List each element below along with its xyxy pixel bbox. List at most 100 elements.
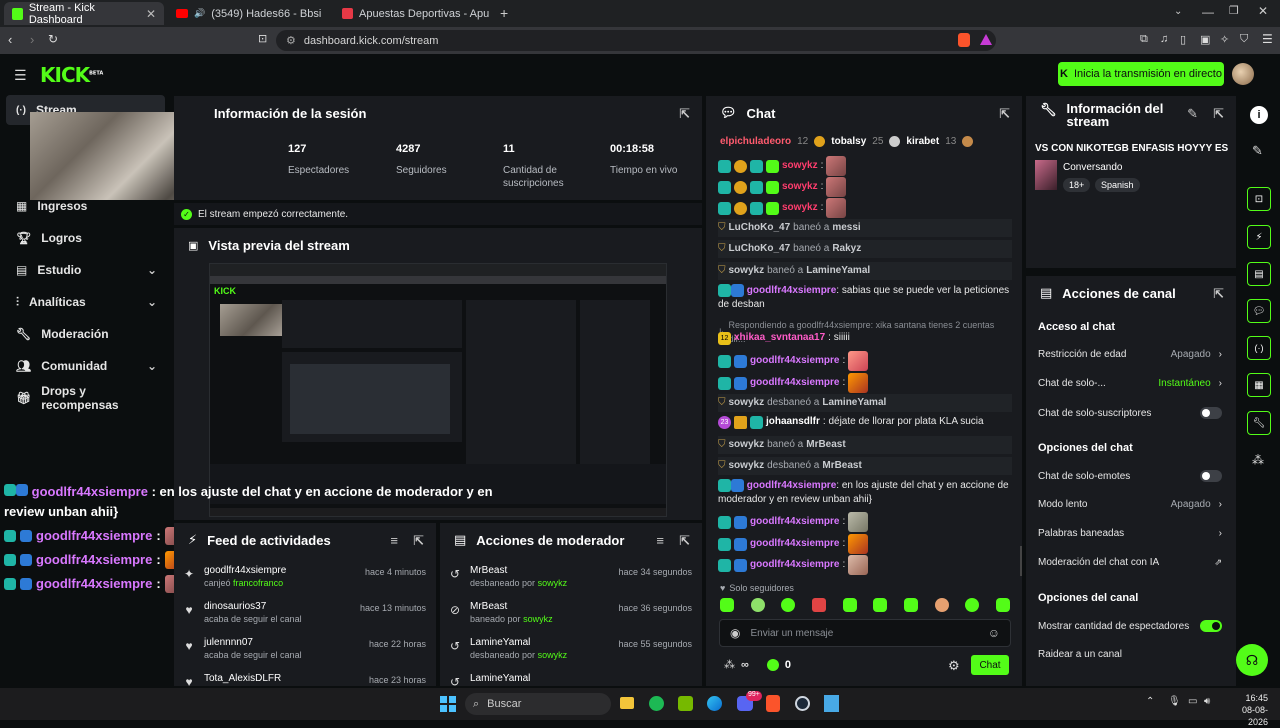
close-window-icon[interactable]: ✕ — [1258, 4, 1268, 18]
back-icon[interactable]: ‹ — [8, 32, 12, 47]
emote-icon[interactable] — [720, 598, 734, 612]
windows-start-icon[interactable] — [440, 696, 456, 712]
user-avatar[interactable] — [1232, 63, 1254, 85]
community-icon[interactable]: ⁂ — [1252, 453, 1264, 467]
taskbar-search[interactable]: ⌕ Buscar — [465, 693, 611, 715]
brave-rewards-icon[interactable] — [980, 34, 992, 45]
expand-icon[interactable]: ⇱ — [999, 106, 1010, 122]
tray-chevron-icon[interactable]: ⌃ — [1146, 696, 1154, 707]
rail-button-bolt[interactable]: ⚡︎ — [1247, 225, 1271, 249]
filter-icon[interactable]: ≡ — [390, 533, 398, 548]
rail-button-broadcast[interactable]: (·) — [1247, 336, 1271, 360]
clock[interactable]: 16:45 08-08-2026 — [1222, 692, 1268, 728]
subs-only-row[interactable]: Chat de solo-suscriptores — [1038, 407, 1222, 419]
chat-scrollbar[interactable] — [1020, 546, 1022, 576]
emotes-only-row[interactable]: Chat de solo-emotes — [1038, 470, 1222, 482]
rail-button-wrench[interactable]: 🔧︎ — [1247, 411, 1271, 435]
tab-kick-dashboard[interactable]: Stream - Kick Dashboard ✕ — [4, 2, 164, 26]
minimize-icon[interactable]: — — [1202, 5, 1214, 19]
maximize-icon[interactable]: ❐ — [1229, 4, 1239, 17]
leo-ai-icon[interactable]: ✧ — [1220, 33, 1229, 46]
app-icon[interactable] — [824, 695, 839, 712]
expand-icon[interactable]: ⇱ — [1213, 106, 1224, 122]
ai-moderation-row[interactable]: Moderación del chat con IA ⇗ — [1038, 557, 1222, 568]
kick-logo[interactable]: KICKBETA — [40, 63, 103, 87]
nvidia-icon[interactable] — [678, 696, 693, 711]
channel-actions-panel: ▤ Acciones de canal ⇱ Acceso al chat Res… — [1026, 276, 1236, 686]
network-icon[interactable]: ▭ — [1188, 696, 1197, 707]
emote-icon[interactable] — [873, 598, 888, 612]
emoji-icon[interactable]: ☺ — [988, 626, 1000, 640]
menu-icon[interactable]: ☰ — [1262, 32, 1273, 46]
sidebar-item-estudio[interactable]: ▤ Estudio ⌄ — [6, 255, 165, 285]
media-icon[interactable]: ♫ — [1160, 33, 1168, 45]
chat-send-button[interactable]: Chat — [971, 655, 1009, 675]
slow-mode-row[interactable]: Modo lento Apagado › — [1038, 499, 1222, 510]
vpn-icon[interactable]: ⛉ — [1240, 33, 1248, 46]
emote-icon[interactable] — [811, 598, 826, 612]
edit-icon[interactable]: ✎ — [1187, 106, 1198, 122]
followers-only-row[interactable]: Chat de solo-... Instantáneo › — [1038, 378, 1222, 389]
close-icon[interactable]: ✕ — [146, 7, 156, 21]
emote-icon[interactable] — [842, 598, 857, 612]
subs-only-toggle[interactable] — [1200, 407, 1222, 419]
tab-list-icon[interactable]: ⌄ — [1174, 6, 1182, 17]
info-icon[interactable]: i — [1250, 106, 1268, 124]
wallet-icon[interactable]: ▣ — [1200, 33, 1210, 46]
hamburger-menu-icon[interactable]: ☰ — [14, 67, 27, 84]
kick-coin-icon[interactable] — [766, 658, 779, 671]
tab-youtube[interactable]: 🔊 (3549) Hades66 - Bbsita Te VeS B — [168, 2, 332, 25]
age-restriction-row[interactable]: Restricción de edad Apagado › — [1038, 349, 1222, 360]
brave-taskbar-icon[interactable] — [766, 695, 780, 712]
points-icon[interactable]: ⁂ — [724, 658, 735, 671]
sidebar-item-moderacion[interactable]: 🔧︎ Moderación — [6, 319, 165, 349]
sidebar-icon[interactable]: ▯ — [1180, 33, 1186, 46]
edge-icon[interactable] — [707, 696, 722, 711]
emote-icon[interactable] — [750, 598, 765, 612]
pencil-icon[interactable]: ✎ — [1252, 143, 1263, 159]
rail-button-clipboard[interactable]: ▤ — [1247, 262, 1271, 286]
new-tab-icon[interactable]: + — [500, 5, 508, 21]
chat-input[interactable]: ◉ Enviar un mensaje ☺ — [719, 619, 1011, 647]
rail-button-layout[interactable]: ▦ — [1247, 373, 1271, 397]
forward-icon[interactable]: › — [30, 32, 34, 47]
address-bar[interactable]: ⚙ dashboard.kick.com/stream — [276, 30, 996, 51]
steam-icon[interactable] — [795, 696, 810, 711]
expand-icon[interactable]: ⇱ — [413, 533, 424, 549]
emote-icon[interactable] — [934, 598, 949, 612]
bookmark-icon[interactable]: ⊡ — [258, 32, 267, 45]
sidebar-item-analiticas[interactable]: ⫶ Analíticas ⌄ — [6, 287, 165, 317]
tab-apuestas[interactable]: Apuestas Deportivas - Apuesta Onlin — [334, 2, 498, 25]
raid-row[interactable]: Raidear a un canal — [1038, 649, 1222, 660]
brave-shield-icon[interactable] — [958, 33, 970, 47]
show-viewers-row[interactable]: Mostrar cantidad de espectadores — [1038, 620, 1222, 632]
rail-button-chat[interactable]: 💬︎ — [1247, 299, 1271, 323]
stream-preview-video[interactable]: KICK — [209, 263, 667, 517]
show-viewers-toggle[interactable] — [1200, 620, 1222, 632]
sidebar-item-comunidad[interactable]: 👥︎ Comunidad ⌄ — [6, 351, 165, 381]
url-text: dashboard.kick.com/stream — [303, 34, 439, 47]
emotes-only-toggle[interactable] — [1200, 470, 1222, 482]
expand-icon[interactable]: ⇱ — [1213, 286, 1224, 302]
chat-settings-icon[interactable]: ⚙ — [948, 658, 960, 674]
go-live-button[interactable]: K Inicia la transmisión en directo — [1058, 62, 1224, 86]
emote-icon[interactable] — [781, 598, 796, 612]
site-info-icon[interactable]: ⚙ — [286, 34, 296, 47]
emote-icon[interactable] — [965, 598, 980, 612]
file-explorer-icon[interactable] — [620, 697, 634, 709]
filter-icon[interactable]: ≡ — [656, 533, 664, 548]
extensions-icon[interactable]: ⧉ — [1140, 33, 1148, 46]
emote-icon[interactable] — [903, 598, 918, 612]
sidebar-item-drops[interactable]: 🎁︎ Drops y recompensas — [6, 383, 165, 413]
banned-words-row[interactable]: Palabras baneadas › — [1038, 528, 1222, 539]
volume-icon[interactable]: 🔊︎ — [1204, 696, 1210, 707]
emote-icon[interactable] — [995, 598, 1010, 612]
support-button[interactable]: ☊ — [1236, 644, 1268, 676]
sidebar-item-logros[interactable]: 🏆︎ Logros — [6, 223, 165, 253]
spotify-icon[interactable] — [649, 696, 664, 711]
expand-icon[interactable]: ⇱ — [679, 106, 690, 122]
mic-icon[interactable]: 🎙︎ — [1168, 696, 1181, 707]
expand-icon[interactable]: ⇱ — [679, 533, 690, 549]
rail-button-scan[interactable]: ⊡ — [1247, 187, 1271, 211]
reload-icon[interactable]: ↻ — [48, 32, 58, 46]
